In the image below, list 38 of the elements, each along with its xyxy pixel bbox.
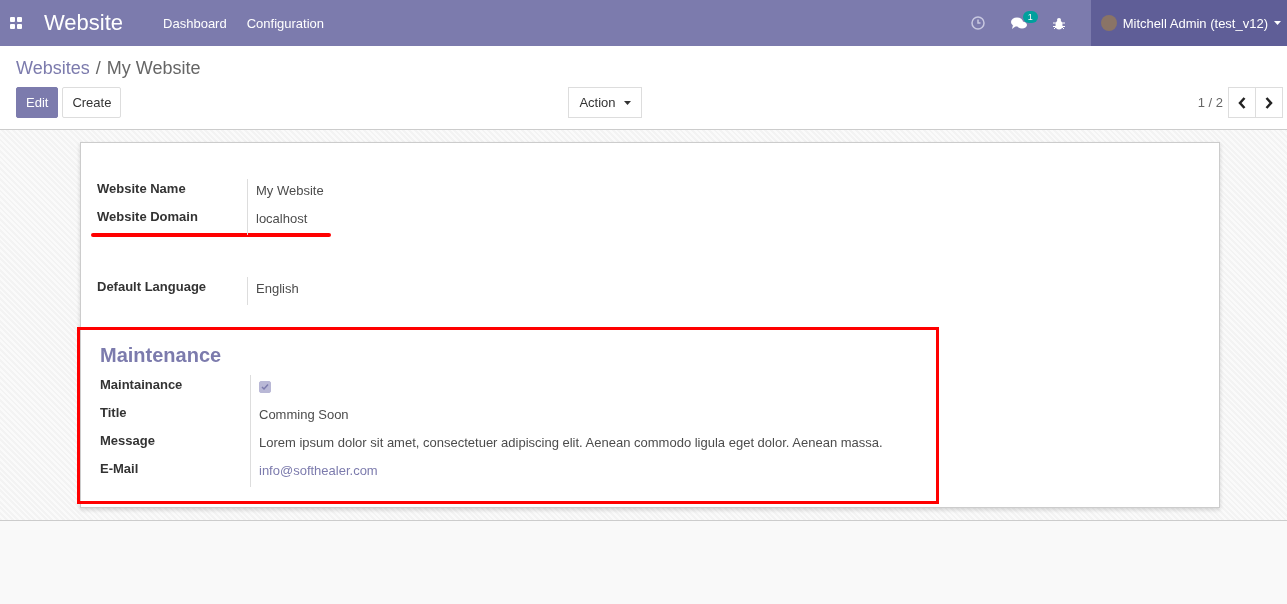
- chevron-right-icon: [1265, 96, 1273, 109]
- breadcrumb-separator: /: [95, 58, 101, 79]
- field-value: English: [256, 281, 299, 296]
- bug-icon[interactable]: [1052, 16, 1065, 30]
- primary-button[interactable]: Edit: [16, 87, 59, 118]
- user-menu[interactable]: Mitchell Admin (test_v12): [1090, 0, 1287, 46]
- field-value: Comming Soon: [259, 407, 349, 422]
- action-dropdown[interactable]: Action: [568, 87, 642, 118]
- field-value: localhost: [256, 211, 308, 226]
- field-label: Maintainance: [100, 377, 183, 392]
- menu-item[interactable]: Dashboard: [163, 15, 227, 31]
- field-label: Default Language: [97, 279, 207, 294]
- chat-icon[interactable]: [1010, 16, 1027, 30]
- menu-item[interactable]: Configuration: [246, 15, 324, 31]
- breadcrumb-link[interactable]: Websites: [16, 58, 90, 79]
- apps-grid-icon[interactable]: [10, 17, 22, 29]
- next-button[interactable]: [1255, 87, 1283, 118]
- secondary-button[interactable]: Create: [62, 87, 122, 118]
- app-title: Website: [44, 10, 124, 36]
- field-label: Message: [100, 433, 155, 448]
- pager-counter: 1 / 2: [1197, 95, 1223, 110]
- email-link[interactable]: info@softhealer.com: [259, 463, 378, 478]
- previous-button[interactable]: [1228, 87, 1256, 118]
- checkbox[interactable]: [259, 381, 271, 393]
- avatar-placeholder: [1100, 15, 1117, 31]
- field-value: My Website: [256, 183, 324, 198]
- caret-icon: [1274, 21, 1281, 25]
- caret-icon: [623, 100, 631, 105]
- chevron-left-icon: [1238, 96, 1246, 109]
- breadcrumb-current: My Website: [106, 58, 201, 79]
- clock-icon[interactable]: [970, 16, 985, 30]
- section-title: Maintenance: [99, 344, 223, 367]
- field-label: Website Name: [97, 181, 186, 196]
- field-label: E-Mail: [100, 461, 139, 476]
- field-label: Website Domain: [97, 209, 198, 224]
- field-label: Title: [100, 405, 127, 420]
- field-value: Lorem ipsum dolor sit amet, consectetuer adipiscing elit. Aenean commodo ligula eget dolor. Aenean massa.: [259, 435, 883, 450]
- notification-badge: 1: [1022, 10, 1038, 23]
